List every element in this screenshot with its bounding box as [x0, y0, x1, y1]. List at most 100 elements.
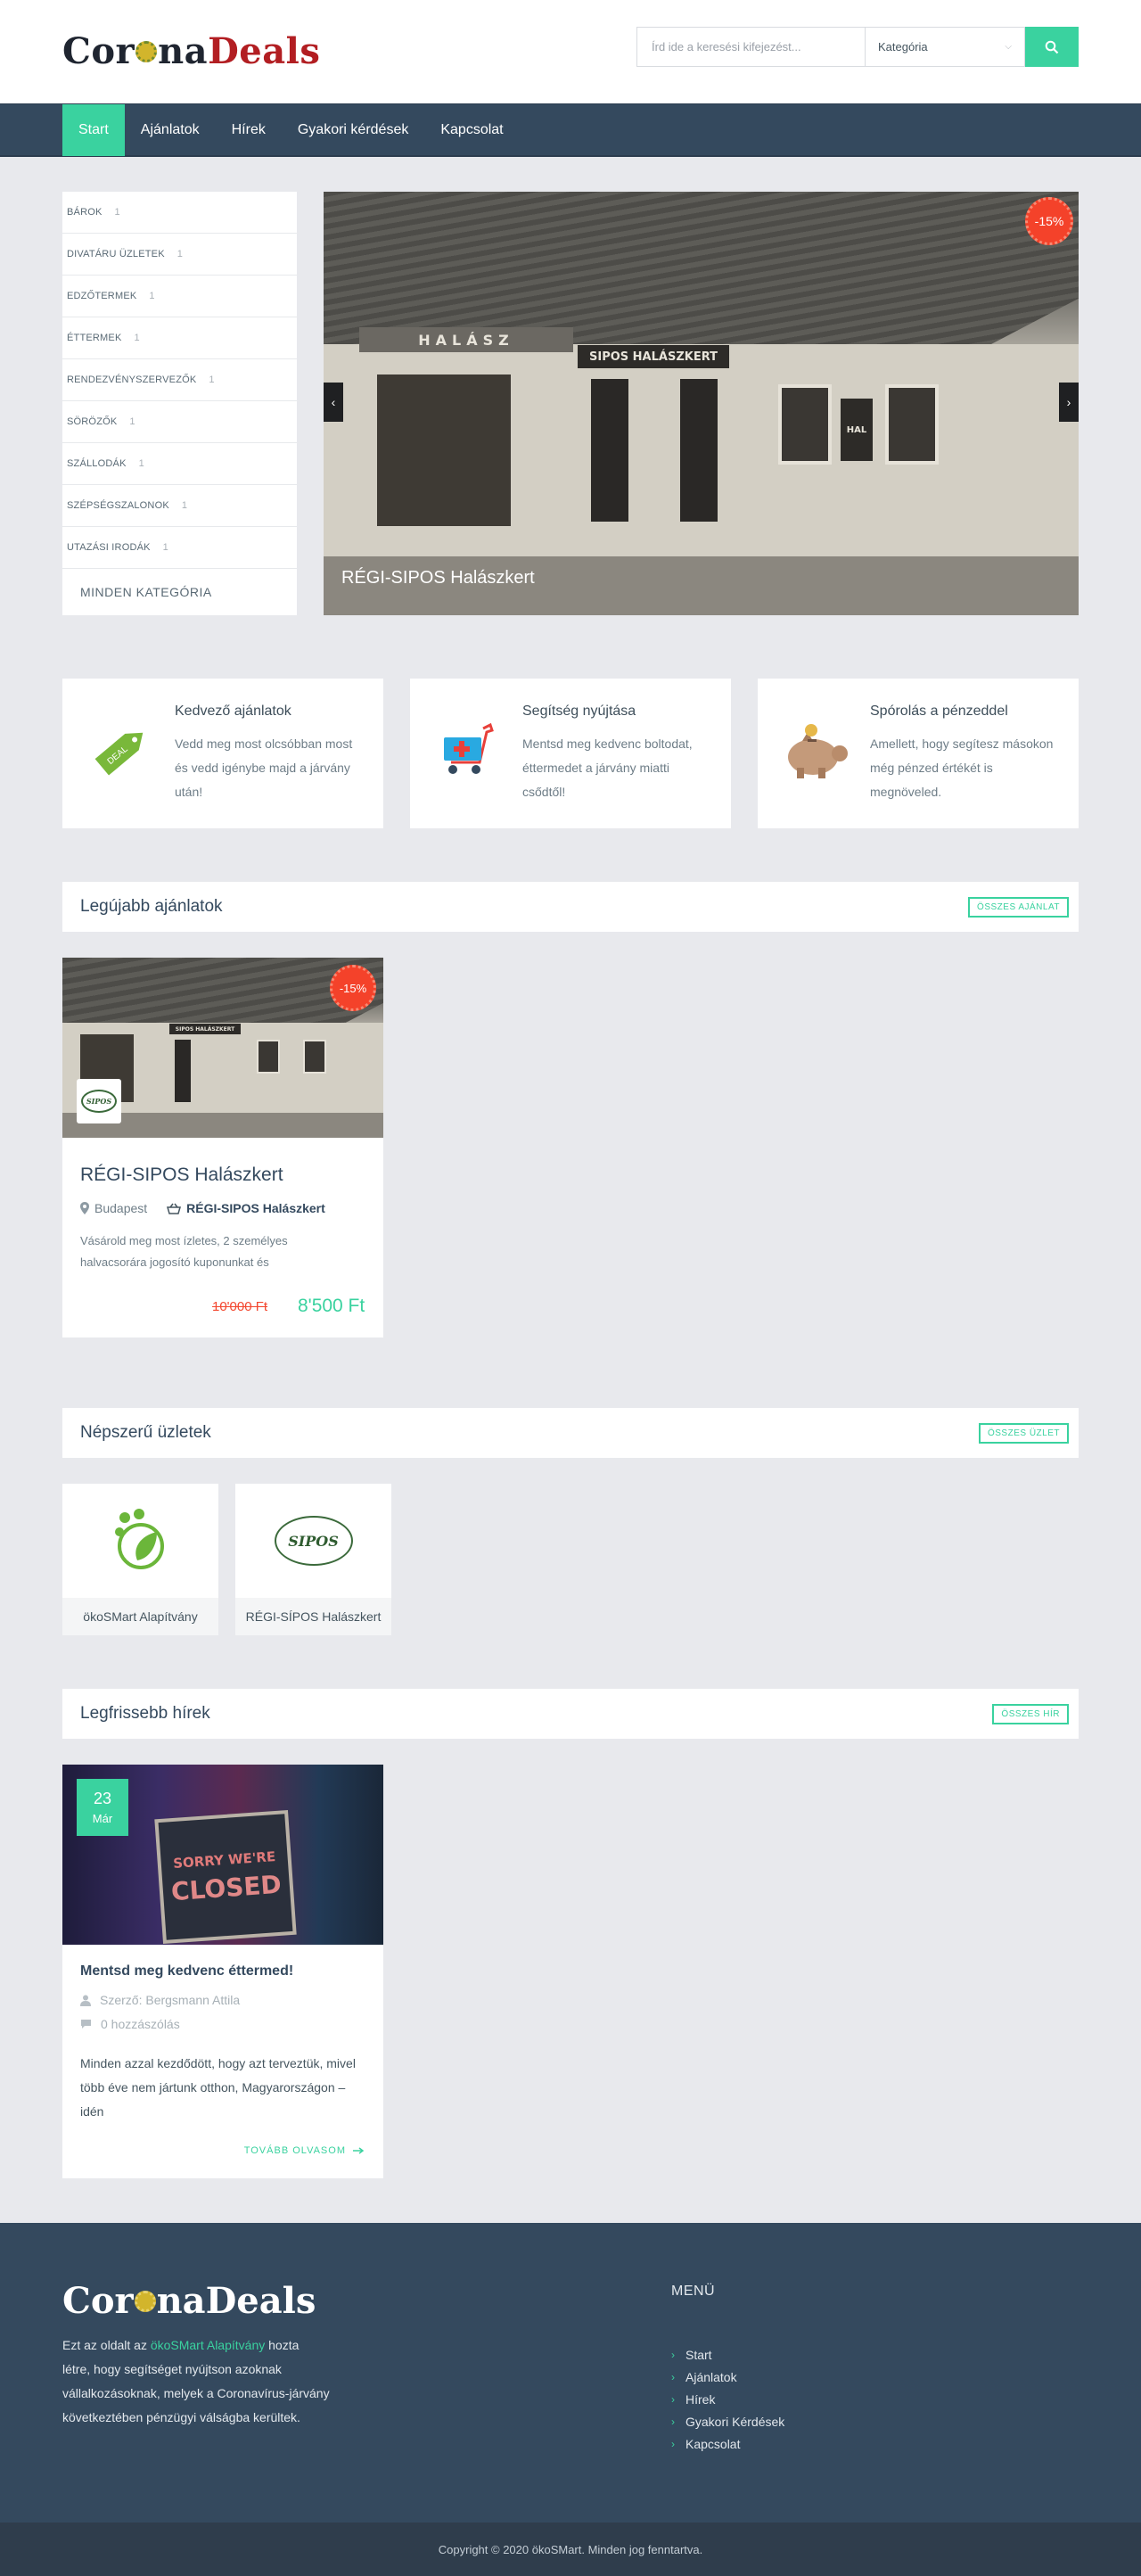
chevron-right-icon: ›: [671, 2393, 675, 2406]
news-title[interactable]: Mentsd meg kedvenc éttermed!: [80, 1963, 293, 1979]
read-more-link[interactable]: TOVÁBB OLVASOM: [244, 2145, 364, 2156]
category-item-utazasi[interactable]: Utazási irodák 1: [62, 527, 297, 569]
news-author-text: Szerző: Bergsmann Attila: [100, 1993, 241, 2007]
category-label: Rendezvényszervezők: [67, 374, 197, 385]
category-item-ettermek[interactable]: Éttermek 1: [62, 317, 297, 359]
news-section: Legfrissebb hírek ÖSSZES HÍR SORRY WE'RE…: [62, 1689, 1079, 2178]
category-label: Divatáru üzletek: [67, 249, 165, 259]
feature-text: Mentsd meg kedvenc boltodat, éttermedet …: [522, 737, 693, 799]
site-logo[interactable]: Cor naDeals: [62, 30, 320, 72]
category-select[interactable]: Kategória ⌵: [865, 27, 1025, 67]
deal-tag-icon: DEAL: [94, 732, 144, 776]
slider-prev-button[interactable]: ‹: [324, 383, 343, 422]
shopping-basket-icon: [167, 1203, 182, 1214]
footer-menu-item[interactable]: › Hírek: [671, 2389, 784, 2411]
news-card[interactable]: SORRY WE'RE CLOSED 23 Már Mentsd meg ked…: [62, 1765, 383, 2178]
site-header: CornaDeals Kategória ⌵: [0, 0, 1141, 103]
shop-logo: SIPOS: [77, 1079, 121, 1123]
logo-deals-part: Deals: [205, 2280, 316, 2322]
closed-sign-image: SORRY WE'RE CLOSED: [154, 1809, 297, 1945]
deal-description: Vásárold meg most ízletes, 2 személyes h…: [80, 1234, 288, 1269]
category-item-barok[interactable]: Bárok 1: [62, 192, 297, 234]
category-item-divataru[interactable]: Divatáru üzletek 1: [62, 234, 297, 276]
footer-menu-item[interactable]: › Kapcsolat: [671, 2433, 784, 2456]
search-icon: [1045, 40, 1059, 53]
all-news-button[interactable]: ÖSSZES HÍR: [992, 1703, 1069, 1724]
all-categories-link[interactable]: MINDEN KATEGÓRIA: [62, 569, 297, 615]
closed-sign-line1: SORRY WE'RE: [172, 1848, 276, 1872]
footer-menu-item[interactable]: › Gyakori Kérdések: [671, 2411, 784, 2433]
discount-badge: -15%: [330, 965, 376, 1011]
section-title: Legfrissebb hírek: [80, 1704, 210, 1723]
deal-window: [257, 1040, 280, 1074]
news-image[interactable]: SORRY WE'RE CLOSED 23 Már: [62, 1765, 383, 1945]
section-header: Legfrissebb hírek ÖSSZES HÍR: [62, 1689, 1079, 1739]
news-comments[interactable]: 0 hozzászólás: [80, 2017, 180, 2031]
deal-shop-name[interactable]: RÉGI-SIPOS Halászkert: [186, 1201, 325, 1215]
deal-meta: Budapest RÉGI-SIPOS Halászkert: [80, 1201, 325, 1215]
category-item-szallodak[interactable]: Szállodák 1: [62, 443, 297, 485]
category-label: Edzőtermek: [67, 291, 137, 301]
feature-card-help: Segítség nyújtása Mentsd meg kedvenc bol…: [410, 679, 731, 828]
nav-item-hirek[interactable]: Hírek: [216, 104, 282, 156]
nav-item-kapcsolat[interactable]: Kapcsolat: [424, 104, 519, 156]
slide-caption[interactable]: RÉGI-SIPOS Halászkert: [341, 568, 535, 588]
user-icon: [80, 1995, 91, 2006]
category-item-szepseg[interactable]: Szépségszalonok 1: [62, 485, 297, 527]
feature-title: Segítség nyújtása: [522, 704, 636, 719]
feature-card-savings: Spórolás a pénzeddel Amellett, hogy segí…: [758, 679, 1079, 828]
copyright-bar: Copyright © 2020 ökoSMart. Minden jog fe…: [0, 2523, 1141, 2576]
deal-title[interactable]: RÉGI-SIPOS Halászkert: [80, 1165, 283, 1186]
footer-menu-item[interactable]: › Start: [671, 2344, 784, 2366]
section-title: Népszerű üzletek: [80, 1423, 211, 1442]
nav-item-gyik[interactable]: Gyakori kérdések: [282, 104, 425, 156]
category-list: Bárok 1 Divatáru üzletek 1 Edzőtermek 1 Étt…: [62, 192, 297, 615]
nav-item-start[interactable]: Start: [62, 104, 125, 156]
hero-slider[interactable]: HALÁSZ SIPOS HALÁSZKERT HAL -15% ‹ › RÉG…: [324, 192, 1079, 615]
okosmart-logo-icon: [114, 1509, 164, 1569]
search-input[interactable]: [636, 27, 865, 67]
chevron-down-icon: ⌵: [1005, 42, 1012, 52]
section-header: Népszerű üzletek ÖSSZES ÜZLET: [62, 1408, 1079, 1458]
shop-card-regi-sipos[interactable]: SIPOS RÉGI-SÍPOS Halászkert: [235, 1484, 391, 1635]
map-marker-icon: [80, 1202, 89, 1214]
footer-menu-label: Kapcsolat: [685, 2437, 741, 2451]
slider-next-button[interactable]: ›: [1059, 383, 1079, 422]
search-bar: Kategória ⌵: [636, 27, 1079, 67]
all-shops-button[interactable]: ÖSSZES ÜZLET: [978, 1422, 1069, 1444]
footer-menu-label: Gyakori Kérdések: [685, 2415, 785, 2429]
footer-menu-item[interactable]: › Ajánlatok: [671, 2366, 784, 2389]
category-item-sorozok[interactable]: Sörözők 1: [62, 401, 297, 443]
deal-image[interactable]: SIPOS HALÁSZKERT -15% SIPOS: [62, 958, 383, 1138]
logo-corona-part-end: na: [156, 2280, 206, 2322]
nav-item-ajanlatok[interactable]: Ajánlatok: [125, 104, 216, 156]
all-deals-button[interactable]: ÖSSZES AJÁNLAT: [968, 896, 1069, 918]
slide-photo: HALÁSZ SIPOS HALÁSZKERT HAL: [324, 192, 1079, 615]
shop-card-okosmart[interactable]: ökoSMart Alapítvány: [62, 1484, 218, 1635]
news-comments-text: 0 hozzászólás: [101, 2017, 180, 2031]
news-date-month: Már: [92, 1812, 113, 1825]
discount-badge: -15%: [1025, 197, 1073, 245]
search-button[interactable]: [1025, 27, 1079, 67]
closed-sign-line2: CLOSED: [169, 1869, 283, 1906]
site-footer: Cor naDeals Ezt az oldalt az ökoSMart Ala…: [0, 2223, 1141, 2523]
footer-logo[interactable]: Cor naDeals: [62, 2280, 316, 2322]
footer-about-link[interactable]: ökoSMart Alapítvány: [151, 2338, 265, 2352]
latest-deals-section: Legújabb ajánlatok ÖSSZES AJÁNLAT SIPOS …: [62, 882, 1079, 1408]
sipos-logo: SIPOS: [81, 1090, 117, 1113]
category-count: 1: [149, 291, 155, 301]
chevron-right-icon: ›: [671, 2371, 675, 2383]
category-label: Szépségszalonok: [67, 500, 169, 511]
comment-icon: [81, 2020, 91, 2029]
footer-about: Ezt az oldalt az ökoSMart Alapítvány hoz…: [62, 2333, 330, 2430]
footer-menu-label: Start: [685, 2348, 712, 2362]
deal-card[interactable]: SIPOS HALÁSZKERT -15% SIPOS RÉGI-SIPOS H…: [62, 958, 383, 1337]
feature-card-deals: DEAL Kedvező ajánlatok Vedd meg most olc…: [62, 679, 383, 828]
logo-deals-part: Deals: [208, 30, 321, 72]
category-select-value: Kategória: [878, 40, 928, 53]
category-item-rendezveny[interactable]: Rendezvényszervezők 1: [62, 359, 297, 401]
category-item-edzotermek[interactable]: Edzőtermek 1: [62, 276, 297, 317]
shop-name: ökoSMart Alapítvány: [62, 1598, 218, 1635]
piggy-bank-icon: [788, 724, 848, 778]
shop-logo: [62, 1484, 218, 1598]
